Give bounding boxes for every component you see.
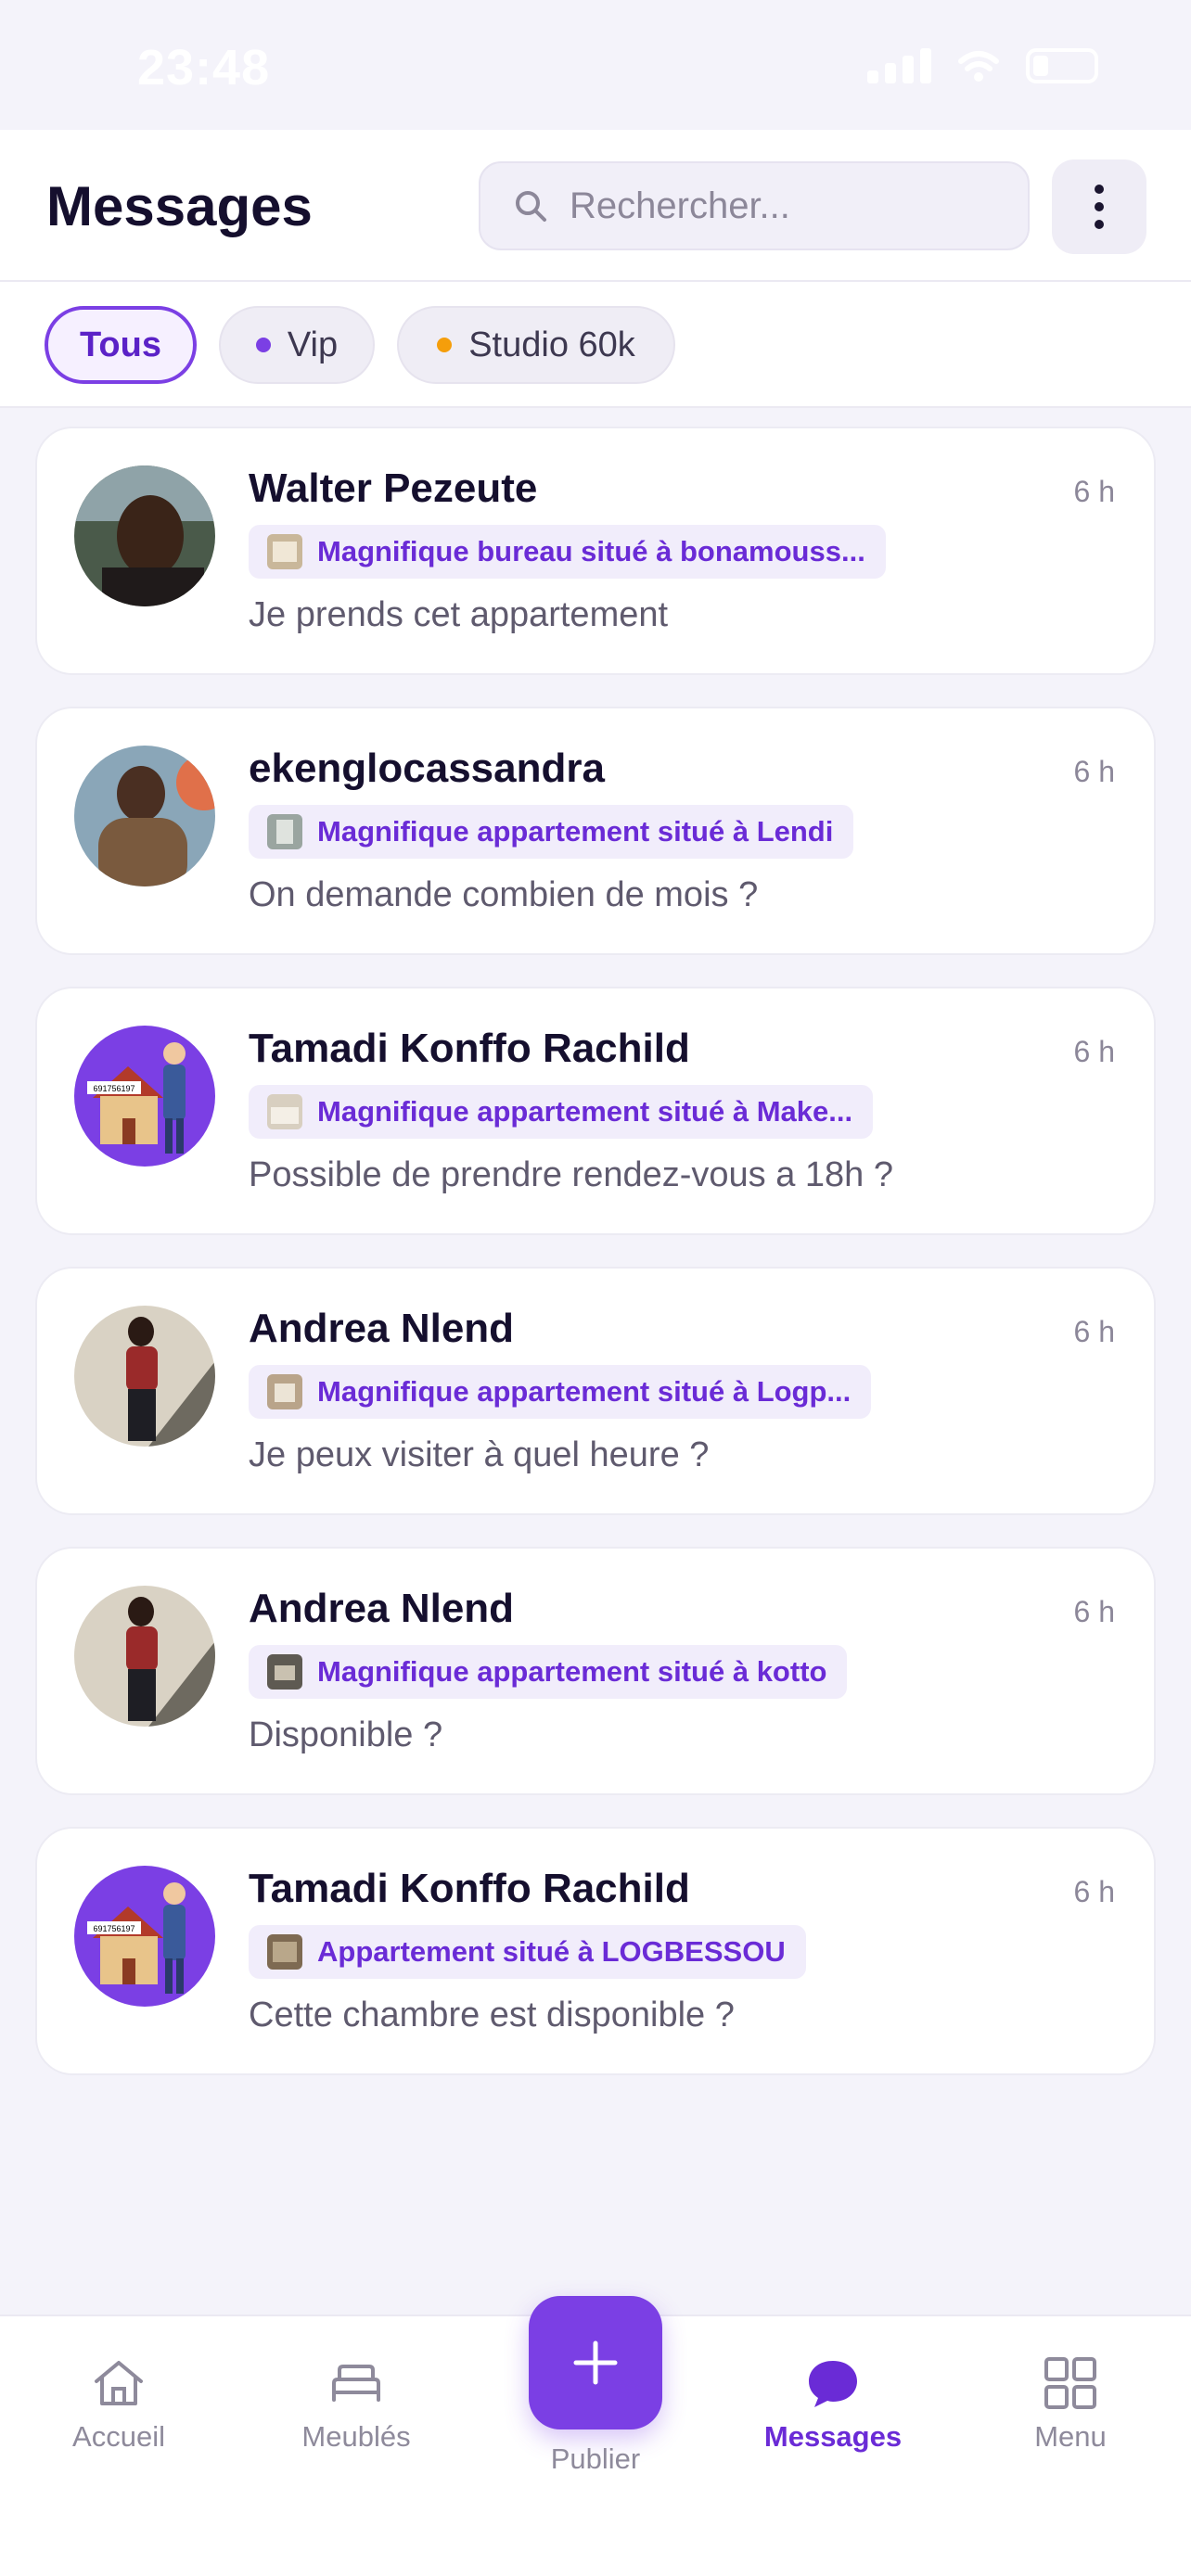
listing-title: Magnifique bureau situé à bonamouss... xyxy=(317,535,865,567)
avatar: 691756197 xyxy=(74,1026,215,1167)
conversation-item[interactable]: ekenglocassandra 6 h Magnifique appartem… xyxy=(35,707,1156,955)
grid-icon xyxy=(1044,2357,1096,2409)
message-preview: Disponible ? xyxy=(249,1715,443,1754)
more-options-button[interactable] xyxy=(1052,159,1146,254)
listing-tag[interactable]: Magnifique bureau situé à bonamouss... xyxy=(249,525,886,579)
filter-bar: Tous Vip Studio 60k xyxy=(0,282,1191,408)
conversation-time: 6 h xyxy=(1073,755,1115,788)
conversation-time: 6 h xyxy=(1073,475,1115,508)
listing-tag[interactable]: Magnifique appartement situé à Make... xyxy=(249,1085,874,1139)
conversation-name: Andrea Nlend xyxy=(249,1306,515,1351)
message-preview: Je peux visiter à quel heure ? xyxy=(249,1435,710,1474)
listing-thumbnail xyxy=(267,1374,302,1409)
filter-chip-label: Studio 60k xyxy=(468,325,635,364)
wifi-icon xyxy=(958,51,999,82)
listing-title: Magnifique appartement situé à Lendi xyxy=(317,815,834,848)
conversation-name: Tamadi Konffo Rachild xyxy=(249,1026,690,1071)
listing-title: Magnifique appartement situé à kotto xyxy=(317,1655,827,1688)
message-preview: Possible de prendre rendez-vous a 18h ? xyxy=(249,1155,894,1194)
filter-chip-vip[interactable]: Vip xyxy=(219,306,375,384)
conversation-item[interactable]: Walter Pezeute 6 h Magnifique bureau sit… xyxy=(35,427,1156,675)
nav-label: Accueil xyxy=(72,2420,165,2453)
avatar xyxy=(74,465,215,606)
conversation-name: Andrea Nlend xyxy=(249,1586,515,1631)
page-title: Messages xyxy=(46,175,313,237)
chat-bubble-icon xyxy=(809,2361,857,2407)
studio-dot-icon xyxy=(437,338,453,352)
cellular-signal-icon xyxy=(867,48,931,83)
status-time: 23:48 xyxy=(137,40,271,96)
conversation-name: Walter Pezeute xyxy=(249,465,538,511)
listing-thumbnail xyxy=(267,1094,302,1129)
avatar: 691756197 xyxy=(74,1866,215,2007)
publish-label: Publier xyxy=(550,2442,641,2475)
listing-thumbnail xyxy=(267,814,302,849)
listing-tag[interactable]: Magnifique appartement situé à kotto xyxy=(249,1645,848,1699)
conversation-time: 6 h xyxy=(1073,1035,1115,1068)
conversation-time: 6 h xyxy=(1073,1595,1115,1628)
search-box[interactable] xyxy=(479,161,1030,250)
filter-chip-label: Vip xyxy=(287,325,339,364)
listing-title: Magnifique appartement situé à Logp... xyxy=(317,1375,852,1408)
nav-item-messages[interactable]: Messages xyxy=(740,2353,926,2454)
nav-label: Menu xyxy=(1034,2420,1107,2453)
battery-icon xyxy=(1026,48,1098,83)
bed-icon xyxy=(332,2365,380,2402)
listing-title: Magnifique appartement situé à Make... xyxy=(317,1095,853,1128)
message-preview: Cette chambre est disponible ? xyxy=(249,1996,735,2034)
conversation-name: ekenglocassandra xyxy=(249,746,605,791)
publish-button[interactable] xyxy=(529,2296,662,2429)
search-input[interactable] xyxy=(570,185,996,227)
nav-item-accueil[interactable]: Accueil xyxy=(26,2353,211,2454)
listing-thumbnail xyxy=(267,534,302,569)
vip-dot-icon xyxy=(255,338,271,352)
avatar-phone-text: 691756197 xyxy=(93,1084,134,1093)
conversation-time: 6 h xyxy=(1073,1875,1115,1908)
listing-thumbnail xyxy=(267,1654,302,1690)
nav-label: Messages xyxy=(763,2420,903,2453)
status-icons xyxy=(867,48,1098,83)
listing-title: Appartement situé à LOGBESSOU xyxy=(317,1935,786,1968)
nav-label: Meublés xyxy=(301,2420,411,2453)
message-preview: Je prends cet appartement xyxy=(249,595,669,634)
conversation-item[interactable]: 691756197 Tamadi Konffo Rachild 6 h Magn… xyxy=(35,987,1156,1235)
conversation-time: 6 h xyxy=(1073,1315,1115,1348)
listing-tag[interactable]: Magnifique appartement situé à Lendi xyxy=(249,805,854,859)
search-icon xyxy=(516,191,546,222)
filter-chip-studio-60k[interactable]: Studio 60k xyxy=(397,306,675,384)
conversation-name: Tamadi Konffo Rachild xyxy=(249,1866,690,1911)
conversation-item[interactable]: Andrea Nlend 6 h Magnifique appartement … xyxy=(35,1267,1156,1515)
header: Messages xyxy=(0,130,1191,282)
filter-chip-tous[interactable]: Tous xyxy=(45,306,197,384)
message-preview: On demande combien de mois ? xyxy=(249,875,759,914)
conversation-item[interactable]: Andrea Nlend 6 h Magnifique appartement … xyxy=(35,1547,1156,1795)
bottom-nav: Accueil Meublés Publier Messages Menu xyxy=(0,2296,1191,2576)
home-icon xyxy=(95,2361,143,2405)
avatar-phone-text: 691756197 xyxy=(93,1924,134,1933)
plus-icon xyxy=(573,2340,618,2385)
nav-item-meubles[interactable]: Meublés xyxy=(263,2353,449,2454)
status-bar: 23:48 xyxy=(0,0,1191,130)
avatar xyxy=(74,746,215,886)
listing-tag[interactable]: Magnifique appartement situé à Logp... xyxy=(249,1365,872,1419)
listing-thumbnail xyxy=(267,1934,302,1970)
avatar xyxy=(74,1306,215,1447)
nav-item-menu[interactable]: Menu xyxy=(978,2353,1163,2454)
listing-tag[interactable]: Appartement situé à LOGBESSOU xyxy=(249,1925,806,1979)
more-vertical-icon xyxy=(1095,185,1104,194)
avatar xyxy=(74,1586,215,1727)
filter-chip-label: Tous xyxy=(80,325,161,364)
conversation-item[interactable]: 691756197 Tamadi Konffo Rachild 6 h Appa… xyxy=(35,1827,1156,2075)
